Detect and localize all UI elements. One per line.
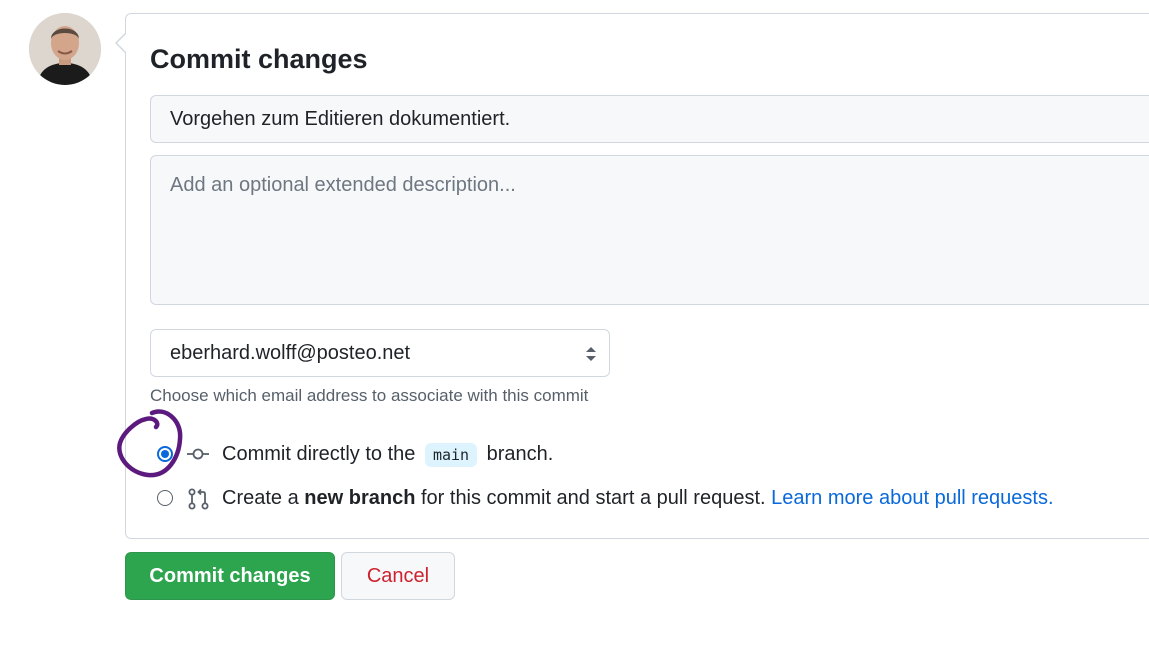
email-select-value: eberhard.wolff@posteo.net: [170, 342, 411, 364]
commit-new-branch-label: Create a new branch for this commit and …: [222, 487, 1054, 509]
commit-direct-label: Commit directly to the main branch.: [222, 443, 554, 467]
learn-more-link[interactable]: Learn more about pull requests.: [771, 487, 1053, 509]
commit-direct-radio[interactable]: [157, 446, 173, 462]
email-hint: Choose which email address to associate …: [150, 386, 589, 405]
avatar: [29, 13, 101, 85]
commit-summary-input[interactable]: Vorgehen zum Editieren dokumentiert.: [150, 95, 1149, 143]
commit-description-textarea[interactable]: Add an optional extended description...: [150, 155, 1149, 305]
select-arrows-icon: [586, 347, 596, 361]
git-commit-icon: [187, 448, 209, 460]
commit-changes-button[interactable]: Commit changes: [125, 552, 335, 600]
cancel-button[interactable]: Cancel: [341, 552, 455, 600]
commit-new-branch-radio[interactable]: [157, 490, 173, 506]
branch-name-code: main: [424, 443, 478, 467]
commit-title: Commit changes: [150, 44, 368, 74]
email-select[interactable]: eberhard.wolff@posteo.net: [150, 329, 610, 377]
git-pull-request-icon: [188, 488, 209, 510]
